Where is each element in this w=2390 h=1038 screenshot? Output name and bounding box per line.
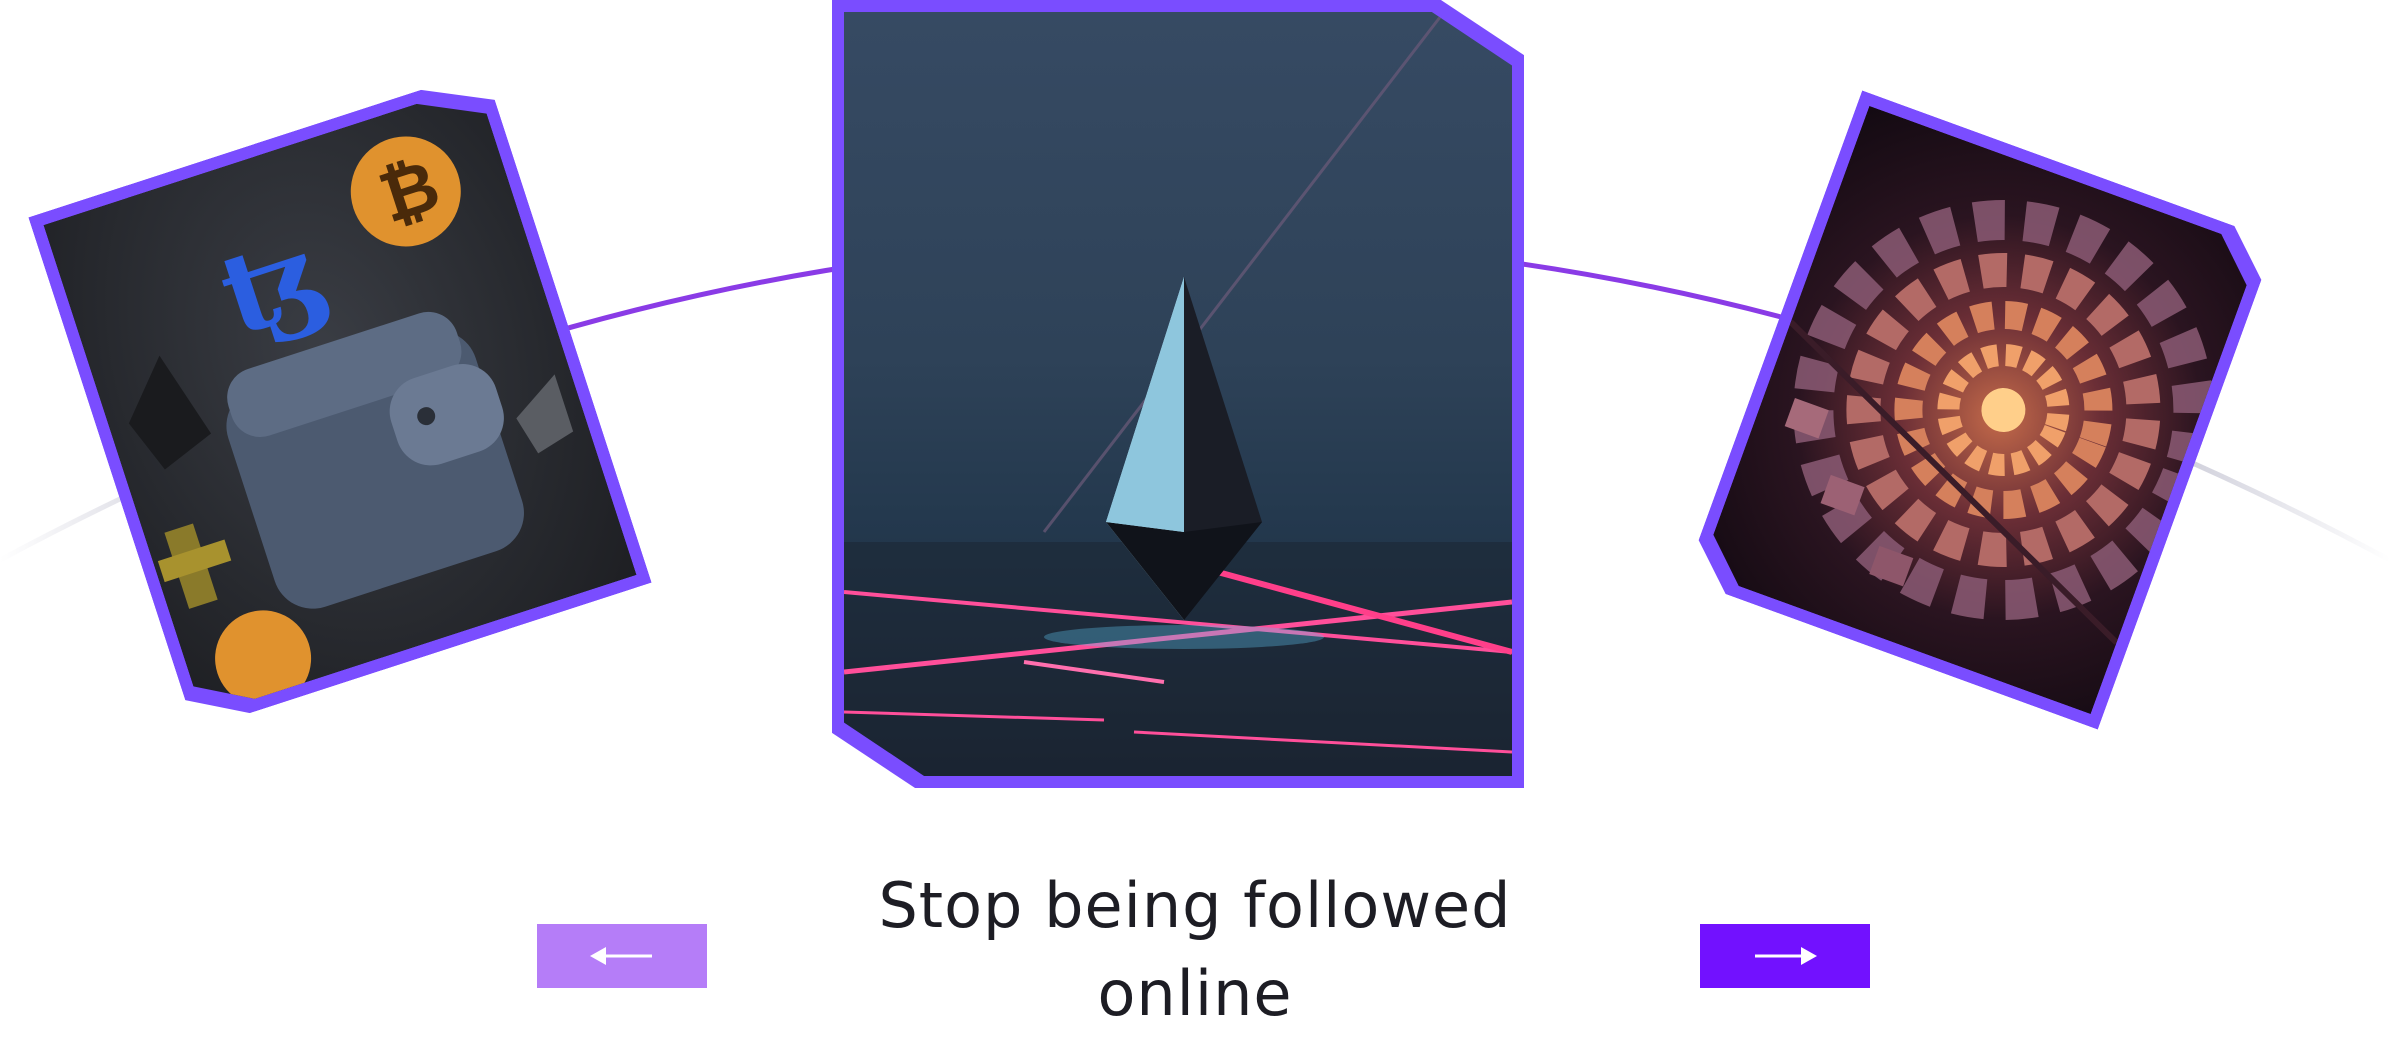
arrow-left-icon <box>590 947 652 965</box>
card-center-crystal[interactable] <box>832 0 1524 788</box>
slide-caption: Stop being followed online <box>878 869 1512 1030</box>
next-button[interactable] <box>1700 924 1870 988</box>
carousel: ₿ ꜩ Stop being followed online <box>0 0 2390 1030</box>
crystal-prism-image <box>844 12 1512 776</box>
prev-button[interactable] <box>537 924 707 988</box>
svg-text:ꜩ: ꜩ <box>205 207 340 361</box>
arrow-right-icon <box>1755 947 1817 965</box>
